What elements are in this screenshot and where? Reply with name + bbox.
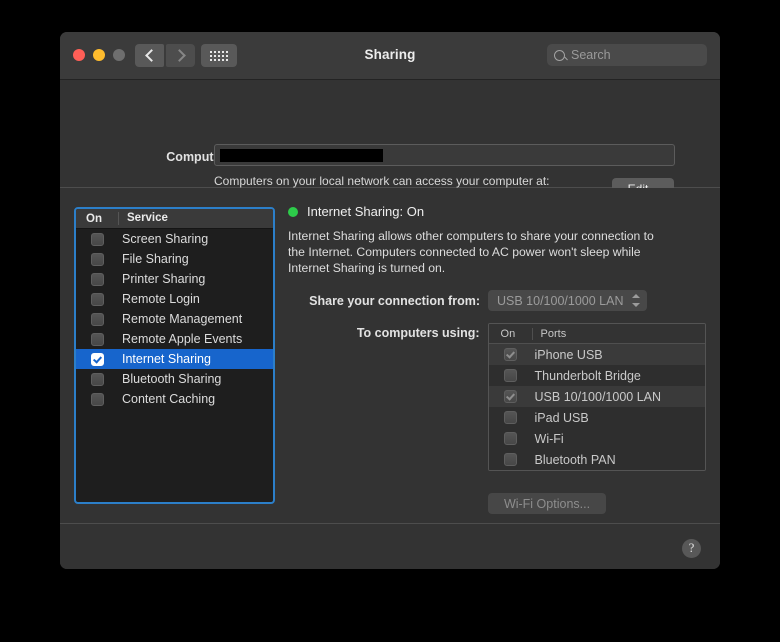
- service-row-printer-sharing[interactable]: Printer Sharing: [76, 269, 273, 289]
- status-text: Internet Sharing: On: [307, 204, 425, 219]
- service-checkbox-cell[interactable]: [76, 272, 118, 286]
- checkbox-bluetooth-pan[interactable]: [503, 453, 517, 466]
- checkbox-remote-login[interactable]: [90, 292, 104, 306]
- port-checkbox-cell[interactable]: [489, 411, 532, 424]
- service-row-bluetooth-sharing[interactable]: Bluetooth Sharing: [76, 369, 273, 389]
- service-checkbox-cell[interactable]: [76, 292, 118, 306]
- share-from-popup: USB 10/100/1000 LAN: [488, 290, 648, 311]
- search-icon: [554, 49, 565, 61]
- search-placeholder: Search: [571, 48, 611, 62]
- checkbox-screen-sharing[interactable]: [90, 232, 104, 246]
- service-label: Internet Sharing: [122, 352, 211, 366]
- services-column-service: Service: [118, 212, 273, 225]
- search-field[interactable]: Search: [547, 44, 707, 66]
- service-checkbox-cell[interactable]: [76, 312, 118, 326]
- sharing-body: On Service Screen Sharing File Sharing P…: [60, 188, 720, 523]
- port-checkbox-cell[interactable]: [489, 432, 532, 445]
- ports-list[interactable]: On Ports iPhone USB Thunderbolt Bridge U…: [487, 323, 706, 471]
- port-label: Thunderbolt Bridge: [534, 368, 641, 383]
- service-row-internet-sharing[interactable]: Internet Sharing: [76, 349, 273, 369]
- service-row-file-sharing[interactable]: File Sharing: [76, 249, 273, 269]
- port-checkbox-cell[interactable]: [489, 390, 532, 403]
- port-row-ipad-usb[interactable]: iPad USB: [488, 407, 705, 428]
- service-label: Bluetooth Sharing: [122, 372, 222, 386]
- service-label: Remote Apple Events: [122, 332, 243, 346]
- checkbox-wifi[interactable]: [503, 432, 517, 445]
- computer-name-redaction: [220, 149, 383, 162]
- port-label: Bluetooth PAN: [534, 452, 616, 467]
- port-row-iphone-usb[interactable]: iPhone USB: [488, 344, 705, 365]
- service-label: File Sharing: [122, 252, 189, 266]
- services-column-on: On: [86, 212, 102, 225]
- status-row: Internet Sharing: On: [288, 204, 706, 219]
- service-label: Remote Login: [122, 292, 200, 306]
- host-note: Computers on your local network can acce…: [214, 174, 550, 188]
- checkbox-file-sharing[interactable]: [90, 252, 104, 266]
- service-label: Remote Management: [122, 312, 243, 326]
- window-footer: ?: [60, 523, 720, 569]
- port-label: USB 10/100/1000 LAN: [534, 389, 662, 404]
- preferences-window: Sharing Search Computer Name: Computers …: [60, 32, 720, 569]
- service-row-screen-sharing[interactable]: Screen Sharing: [76, 229, 273, 249]
- service-checkbox-cell[interactable]: [76, 232, 118, 246]
- service-label: Printer Sharing: [122, 272, 206, 286]
- wifi-options-button: Wi-Fi Options...: [488, 493, 606, 514]
- port-label: iPad USB: [534, 410, 589, 425]
- port-checkbox-cell[interactable]: [489, 348, 532, 361]
- service-label: Screen Sharing: [122, 232, 209, 246]
- service-row-remote-login[interactable]: Remote Login: [76, 289, 273, 309]
- ports-column-ports: Ports: [531, 327, 705, 340]
- computer-name-section: Computer Name: Computers on your local n…: [60, 80, 720, 204]
- service-row-remote-management[interactable]: Remote Management: [76, 309, 273, 329]
- share-from-row: Share your connection from: USB 10/100/1…: [288, 290, 706, 311]
- checkbox-content-caching[interactable]: [90, 392, 104, 406]
- port-row-bluetooth-pan[interactable]: Bluetooth PAN: [488, 449, 705, 470]
- chevron-updown-icon: [632, 294, 641, 307]
- ports-column-on: On: [500, 327, 516, 340]
- to-computers-label: To computers using:: [356, 326, 480, 340]
- ports-list-header: On Ports: [488, 324, 705, 344]
- share-from-label: Share your connection from:: [309, 293, 480, 308]
- service-detail-panel: Internet Sharing: On Internet Sharing al…: [288, 204, 706, 514]
- service-label: Content Caching: [122, 392, 216, 406]
- port-checkbox-cell[interactable]: [489, 369, 532, 382]
- services-list[interactable]: On Service Screen Sharing File Sharing P…: [74, 207, 275, 504]
- port-checkbox-cell[interactable]: [489, 453, 532, 466]
- checkbox-thunderbolt-bridge[interactable]: [503, 369, 517, 382]
- checkbox-internet-sharing[interactable]: [90, 352, 104, 366]
- service-description: Internet Sharing allows other computers …: [288, 229, 654, 275]
- checkbox-usb-lan[interactable]: [503, 390, 517, 403]
- status-indicator-icon: [288, 206, 298, 217]
- window-titlebar: Sharing Search: [60, 32, 720, 80]
- service-checkbox-cell[interactable]: [76, 252, 118, 266]
- checkbox-ipad-usb[interactable]: [503, 411, 517, 424]
- service-checkbox-cell[interactable]: [76, 372, 118, 386]
- service-checkbox-cell[interactable]: [76, 332, 118, 346]
- checkbox-iphone-usb[interactable]: [503, 348, 517, 361]
- service-row-remote-apple-events[interactable]: Remote Apple Events: [76, 329, 273, 349]
- checkbox-remote-management[interactable]: [90, 312, 104, 326]
- checkbox-bluetooth-sharing[interactable]: [90, 372, 104, 386]
- port-row-usb-lan[interactable]: USB 10/100/1000 LAN: [488, 386, 705, 407]
- service-row-content-caching[interactable]: Content Caching: [76, 389, 273, 409]
- help-button[interactable]: ?: [682, 539, 701, 558]
- computer-name-input[interactable]: [214, 144, 675, 166]
- share-from-value: USB 10/100/1000 LAN: [497, 293, 624, 308]
- port-label: iPhone USB: [534, 347, 603, 362]
- port-row-wifi[interactable]: Wi-Fi: [488, 428, 705, 449]
- service-checkbox-cell[interactable]: [76, 392, 118, 406]
- checkbox-printer-sharing[interactable]: [90, 272, 104, 286]
- services-list-header: On Service: [76, 209, 273, 229]
- port-row-thunderbolt-bridge[interactable]: Thunderbolt Bridge: [488, 365, 705, 386]
- port-label: Wi-Fi: [534, 431, 564, 446]
- checkbox-remote-apple-events[interactable]: [90, 332, 104, 346]
- to-computers-row: To computers using: On Ports iPhone USB …: [288, 323, 706, 471]
- service-checkbox-cell[interactable]: [76, 352, 118, 366]
